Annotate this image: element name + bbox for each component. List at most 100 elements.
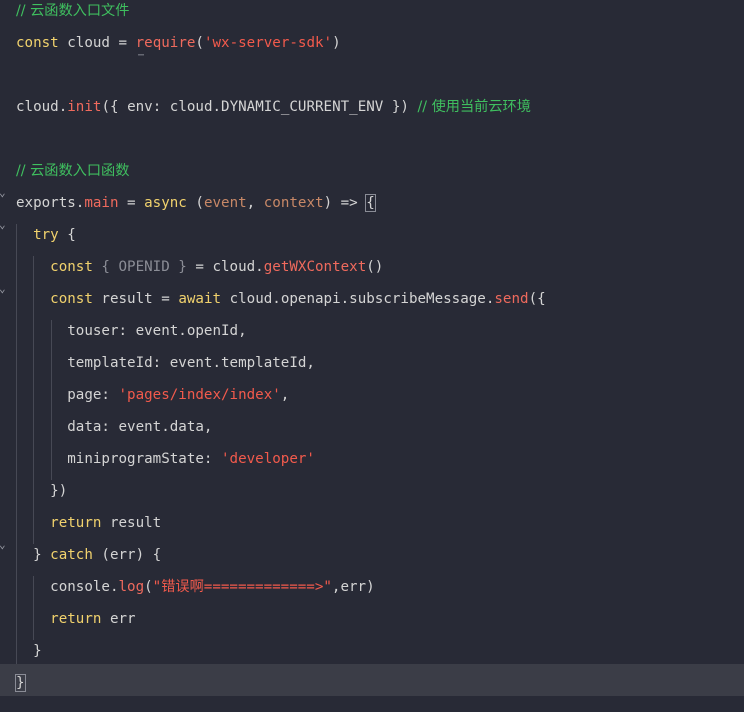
code-line[interactable]: // 云函数入口函数 — [0, 160, 744, 192]
code-token: = — [161, 291, 170, 307]
code-line[interactable]: templateId: event.templateId, — [0, 352, 744, 384]
code-line[interactable] — [0, 128, 744, 160]
code-token: getWXContext — [263, 259, 367, 275]
code-token: = — [118, 35, 128, 51]
chevron-down-icon[interactable]: ⌄ — [0, 283, 9, 294]
code-token: return — [50, 611, 102, 627]
code-token: , — [280, 387, 290, 403]
code-token: // 使用当前云环境 — [417, 99, 531, 115]
code-token: ({ — [101, 99, 128, 115]
code-text: data: event.data, — [16, 416, 212, 438]
code-text: try { — [16, 224, 76, 246]
code-token: = — [195, 259, 204, 275]
code-token: . — [58, 99, 68, 115]
code-token: result — [101, 515, 162, 531]
code-token: const — [50, 259, 93, 275]
code-token: cloud — [16, 99, 59, 115]
code-token: page: — [16, 387, 119, 403]
ellipsis-hint: ⋯ — [138, 50, 146, 61]
code-token: const — [50, 291, 93, 307]
code-text: const { OPENID } = cloud.getWXContext() — [16, 256, 383, 278]
code-token: event — [203, 195, 247, 211]
code-text: exports.main = async (event, context) =>… — [16, 192, 376, 214]
code-token: // 云函数入口文件 — [16, 3, 130, 19]
code-text: // 云函数入口函数 — [16, 160, 129, 182]
code-token: cloud.openapi.subscribeMessage. — [221, 291, 495, 307]
code-token: exports — [16, 195, 76, 211]
code-token: await — [178, 291, 222, 307]
code-token: try — [33, 227, 59, 243]
code-token: () — [366, 259, 384, 275]
code-text: }) — [16, 480, 67, 502]
code-line[interactable]: ⌄ const result = await cloud.openapi.sub… — [0, 283, 744, 320]
code-token: }) — [16, 483, 68, 499]
code-token: : — [152, 99, 170, 115]
code-line[interactable]: const { OPENID } = cloud.getWXContext() — [0, 256, 744, 288]
code-token: log — [118, 579, 145, 595]
code-line[interactable]: ⌄ } catch (err) { — [0, 539, 744, 576]
code-line[interactable] — [0, 64, 744, 96]
code-token: return — [50, 515, 102, 531]
code-token: ,err) — [331, 579, 375, 595]
code-text: } catch (err) { — [16, 544, 161, 566]
code-token: console. — [16, 579, 119, 595]
code-line[interactable]: } — [0, 664, 744, 696]
code-token: 'wx-server-sdk' — [203, 35, 333, 51]
code-token: ( — [144, 579, 153, 595]
code-token: 'developer' — [221, 451, 315, 467]
code-token: // 云函数入口函数 — [16, 163, 130, 179]
code-text: const result = await cloud.openapi.subsc… — [16, 288, 546, 310]
code-line[interactable]: touser: event.openId, — [0, 320, 744, 352]
code-token: "错误啊=============>" — [152, 579, 332, 595]
code-token: const — [16, 35, 59, 51]
code-token: cloud.DYNAMIC_CURRENT_ENV — [169, 99, 384, 115]
code-line[interactable]: cloud.init({ env: cloud.DYNAMIC_CURRENT_… — [0, 96, 744, 128]
code-line[interactable]: ⌄ exports.main = async (event, context) =… — [0, 187, 744, 224]
code-editor[interactable]: // 云函数入口文件 const cloud = require('wx-serv… — [0, 0, 744, 712]
code-text: // 云函数入口文件 — [16, 0, 129, 22]
code-text: const cloud = require('wx-server-sdk') — [16, 32, 341, 54]
code-token: cloud. — [203, 259, 264, 275]
code-line[interactable]: const cloud = require('wx-server-sdk') — [0, 32, 744, 64]
code-line[interactable]: // 云函数入口文件 — [0, 0, 744, 32]
code-line[interactable]: page: 'pages/index/index', — [0, 384, 744, 416]
code-token: templateId: event.templateId, — [16, 355, 315, 371]
code-line[interactable]: return result — [0, 512, 744, 544]
code-line[interactable]: data: event.data, — [0, 416, 744, 448]
code-token: { — [58, 227, 76, 243]
code-token: ) => — [323, 195, 367, 211]
chevron-down-icon[interactable]: ⌄ — [0, 187, 9, 198]
chevron-down-icon[interactable]: ⌄ — [0, 219, 9, 230]
code-text: page: 'pages/index/index', — [16, 384, 289, 406]
code-token: cloud — [58, 35, 119, 51]
code-token: init — [67, 99, 102, 115]
code-text: return err — [16, 608, 135, 630]
code-token: ) — [332, 35, 341, 51]
code-token: catch — [50, 547, 93, 563]
code-token: data: event.data, — [16, 419, 213, 435]
code-line[interactable]: return err — [0, 608, 744, 640]
code-line[interactable]: }) — [0, 480, 744, 512]
code-line[interactable]: miniprogramState: 'developer' — [0, 448, 744, 480]
code-token: (err) { — [92, 547, 162, 563]
code-token: env — [127, 99, 153, 115]
code-token: require — [135, 35, 196, 51]
code-token: miniprogramState: — [16, 451, 221, 467]
chevron-down-icon[interactable]: ⌄ — [0, 539, 9, 550]
code-line[interactable]: console.log("错误啊=============>",err) — [0, 576, 744, 608]
code-token: }) — [383, 99, 418, 115]
code-token: ( — [186, 195, 204, 211]
code-token: ({ — [528, 291, 546, 307]
code-line[interactable]: ⌄ try { — [0, 219, 744, 256]
code-text: } — [16, 640, 42, 662]
code-token: } — [15, 674, 26, 692]
code-token: { OPENID } — [92, 259, 196, 275]
code-text: return result — [16, 512, 161, 534]
code-text: miniprogramState: 'developer' — [16, 448, 315, 470]
